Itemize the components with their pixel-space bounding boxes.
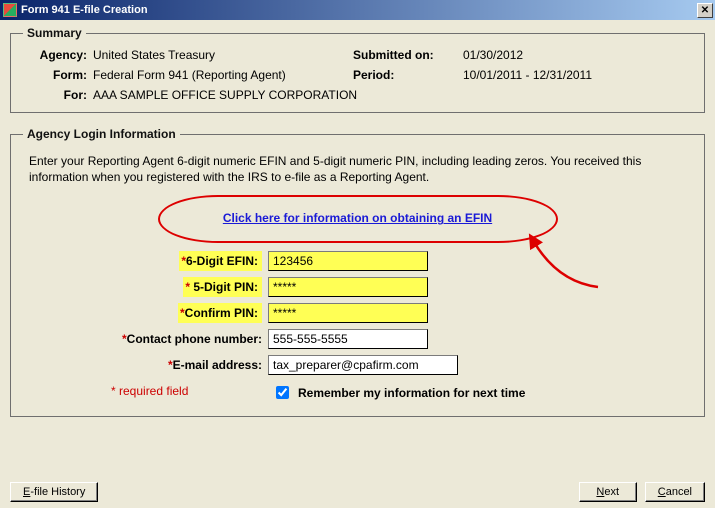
agency-value: United States Treasury (93, 48, 353, 62)
cancel-button[interactable]: Cancel (645, 482, 705, 502)
email-label: E-mail address: (173, 358, 262, 372)
form-label: Form: (23, 68, 93, 82)
login-instructions: Enter your Reporting Agent 6-digit numer… (29, 153, 686, 185)
efin-input[interactable] (268, 251, 428, 271)
summary-legend: Summary (23, 26, 86, 40)
confirm-pin-label: Confirm PIN: (185, 306, 258, 320)
phone-label: Contact phone number: (127, 332, 262, 346)
period-value: 10/01/2011 - 12/31/2011 (463, 68, 692, 82)
efile-history-button[interactable]: E-file History (10, 482, 98, 502)
efin-info-link[interactable]: Click here for information on obtaining … (168, 211, 548, 225)
for-label: For: (23, 88, 93, 102)
confirm-pin-input[interactable] (268, 303, 428, 323)
summary-group: Summary Agency: United States Treasury S… (10, 26, 705, 113)
submitted-value: 01/30/2012 (463, 48, 692, 62)
pin-label: 5-Digit PIN: (193, 280, 258, 294)
dialog-footer: E-file History Next Cancel (0, 482, 715, 502)
period-label: Period: (353, 68, 463, 82)
window-title: Form 941 E-file Creation (21, 4, 697, 16)
phone-input[interactable] (268, 329, 428, 349)
email-input[interactable] (268, 355, 458, 375)
pin-input[interactable] (268, 277, 428, 297)
required-field-note: * required field (111, 384, 692, 398)
login-legend: Agency Login Information (23, 127, 180, 141)
login-group: Agency Login Information Enter your Repo… (10, 127, 705, 417)
app-icon (3, 3, 17, 17)
agency-label: Agency: (23, 48, 93, 62)
next-button[interactable]: Next (579, 482, 637, 502)
close-button[interactable]: ✕ (697, 3, 713, 18)
form-value: Federal Form 941 (Reporting Agent) (93, 68, 353, 82)
submitted-label: Submitted on: (353, 48, 463, 62)
title-bar: Form 941 E-file Creation ✕ (0, 0, 715, 20)
for-value: AAA SAMPLE OFFICE SUPPLY CORPORATION (93, 88, 692, 102)
efin-label: 6-Digit EFIN: (186, 254, 258, 268)
